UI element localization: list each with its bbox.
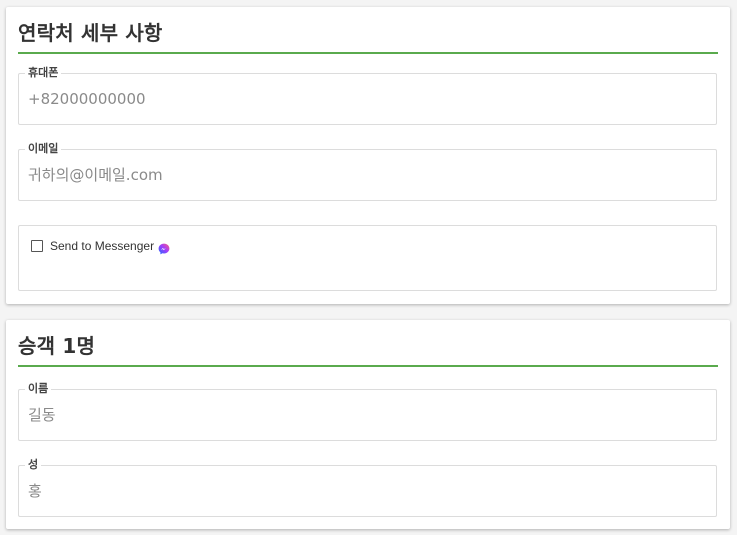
last-name-field[interactable]: 성 <box>18 457 717 517</box>
email-input[interactable] <box>28 150 708 200</box>
messenger-icon <box>158 240 170 255</box>
send-to-messenger-label: Send to Messenger <box>50 239 155 253</box>
first-name-input[interactable] <box>28 390 708 440</box>
passenger-title: 승객 1명 <box>18 320 718 367</box>
email-field[interactable]: 이메일 <box>18 141 717 201</box>
passenger-card: 승객 1명 이름 성 <box>6 320 730 529</box>
last-name-input[interactable] <box>28 466 708 516</box>
messenger-optin-box: Send to Messenger <box>18 225 717 291</box>
phone-field[interactable]: 휴대폰 <box>18 65 717 125</box>
phone-input[interactable] <box>28 74 708 124</box>
send-to-messenger-checkbox[interactable] <box>31 240 43 252</box>
send-to-messenger-option[interactable]: Send to Messenger <box>31 238 170 255</box>
contact-details-card: 연락처 세부 사항 휴대폰 이메일 Send to Messenger <box>6 7 730 304</box>
contact-details-title: 연락처 세부 사항 <box>18 7 718 54</box>
first-name-field[interactable]: 이름 <box>18 381 717 441</box>
